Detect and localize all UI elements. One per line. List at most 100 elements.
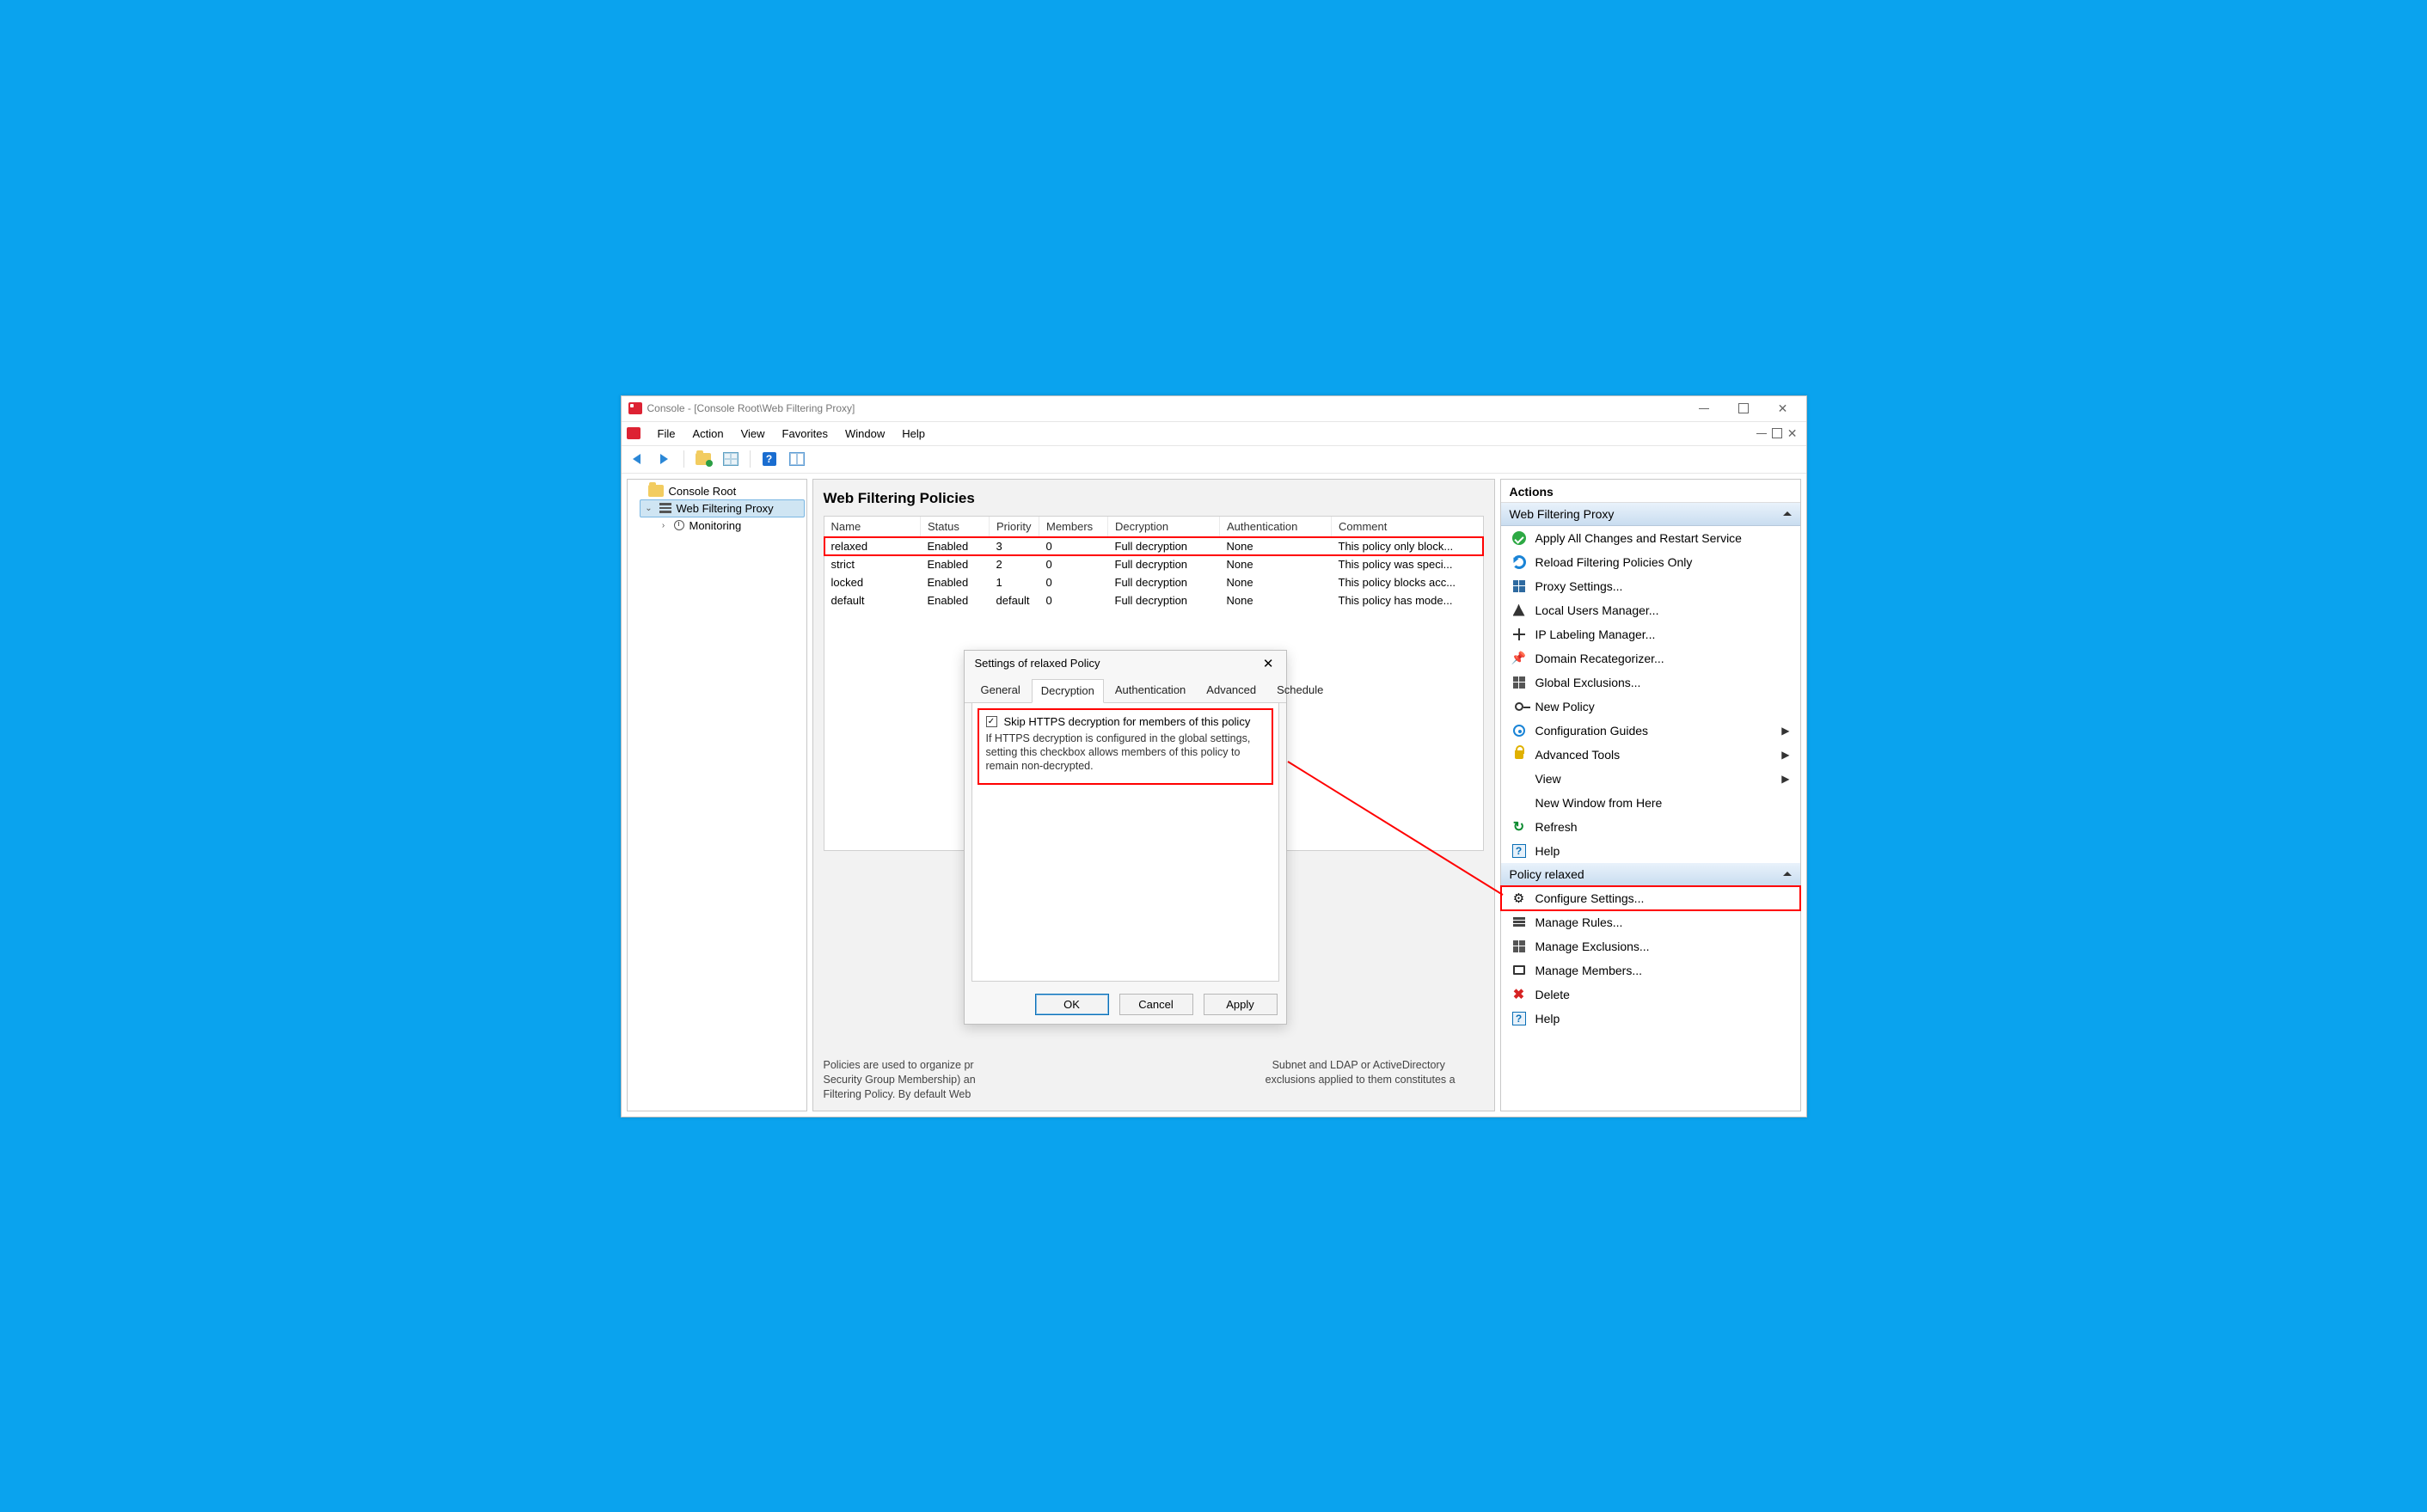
maximize-button[interactable] (1724, 396, 1763, 420)
col-comment[interactable]: Comment (1332, 517, 1483, 537)
table-row[interactable]: lockedEnabled10Full decryptionNoneThis p… (824, 573, 1483, 591)
ai-grid-icon (1511, 578, 1527, 594)
cell-members: 0 (1039, 591, 1108, 609)
action-domainrecat[interactable]: 📌 Domain Recategorizer... (1501, 646, 1800, 670)
ai-star-icon: 📌 (1511, 651, 1527, 666)
menu-window[interactable]: Window (837, 423, 893, 444)
ai-ex-icon (1511, 675, 1527, 690)
ai-reload-icon (1511, 554, 1527, 570)
action-help1[interactable]: ?Help (1501, 839, 1800, 863)
menu-view[interactable]: View (732, 423, 774, 444)
action-reload[interactable]: Reload Filtering Policies Only (1501, 550, 1800, 574)
back-button[interactable] (627, 449, 647, 469)
sheet-icon (723, 452, 739, 466)
close-button[interactable]: ✕ (1763, 396, 1803, 420)
app-small-icon (627, 427, 640, 439)
menu-action[interactable]: Action (683, 423, 732, 444)
action-mrules[interactable]: Manage Rules... (1501, 910, 1800, 934)
grid-header-row[interactable]: Name Status Priority Members Decryption … (824, 517, 1483, 537)
action-localusers[interactable]: Local Users Manager... (1501, 598, 1800, 622)
cell-status: Enabled (921, 591, 990, 609)
forward-button[interactable] (654, 449, 675, 469)
action-mexcl[interactable]: Manage Exclusions... (1501, 934, 1800, 958)
tab-general[interactable]: General (971, 678, 1030, 702)
action-label: Apply All Changes and Restart Service (1535, 531, 1742, 545)
show-hide-tree-button[interactable] (787, 449, 807, 469)
tab-decryption[interactable]: Decryption (1032, 679, 1104, 703)
col-status[interactable]: Status (921, 517, 990, 537)
table-row[interactable]: strictEnabled20Full decryptionNoneThis p… (824, 555, 1483, 573)
chevron-right-icon: › (659, 521, 669, 530)
window-title: Console - [Console Root\Web Filtering Pr… (647, 402, 855, 414)
action-configset[interactable]: ⚙Configure Settings... (1501, 886, 1800, 910)
action-delete[interactable]: ✖Delete (1501, 982, 1800, 1007)
action-refresh[interactable]: ↻Refresh (1501, 815, 1800, 839)
tab-authentication[interactable]: Authentication (1106, 678, 1195, 702)
tree-panel: Console Root ⌄ Web Filtering Proxy › Mon… (627, 479, 807, 1111)
dialog-close-button[interactable]: ✕ (1259, 656, 1278, 671)
apply-button[interactable]: Apply (1204, 994, 1278, 1015)
action-newpolicy[interactable]: New Policy (1501, 695, 1800, 719)
folder-icon (696, 453, 711, 465)
action-label: Proxy Settings... (1535, 579, 1623, 593)
action-label: Advanced Tools (1535, 748, 1621, 762)
ai-rules-icon (1511, 915, 1527, 930)
ok-button[interactable]: OK (1035, 994, 1109, 1015)
menu-help[interactable]: Help (893, 423, 934, 444)
action-help2[interactable]: ?Help (1501, 1007, 1800, 1031)
mdi-close-button[interactable]: ✕ (1787, 427, 1798, 439)
tab-schedule[interactable]: Schedule (1267, 678, 1333, 702)
menu-favorites[interactable]: Favorites (774, 423, 837, 444)
action-view[interactable]: View▶ (1501, 767, 1800, 791)
tab-advanced[interactable]: Advanced (1197, 678, 1266, 702)
col-priority[interactable]: Priority (990, 517, 1039, 537)
help-button[interactable]: ? (759, 449, 780, 469)
action-newwin[interactable]: New Window from Here (1501, 791, 1800, 815)
cell-members: 0 (1039, 537, 1108, 556)
minimize-button[interactable] (1684, 396, 1724, 420)
ai-mon-icon (1511, 963, 1527, 978)
ai-key-icon (1511, 699, 1527, 714)
ai-del-icon: ✖ (1511, 987, 1527, 1002)
folder-icon (648, 485, 664, 497)
ai-check-icon (1511, 530, 1527, 546)
cell-members: 0 (1039, 573, 1108, 591)
action-mmembers[interactable]: Manage Members... (1501, 958, 1800, 982)
col-auth[interactable]: Authentication (1220, 517, 1332, 537)
action-iplabel[interactable]: IP Labeling Manager... (1501, 622, 1800, 646)
table-row[interactable]: relaxedEnabled30Full decryptionNoneThis … (824, 537, 1483, 556)
ai-refresh-icon: ↻ (1511, 819, 1527, 835)
properties-button[interactable] (720, 449, 741, 469)
action-label: Manage Members... (1535, 964, 1643, 977)
col-decrypt[interactable]: Decryption (1108, 517, 1220, 537)
clock-icon (674, 520, 684, 530)
action-label: Global Exclusions... (1535, 676, 1641, 689)
titlebar: Console - [Console Root\Web Filtering Pr… (622, 396, 1806, 422)
tree-node-monitoring[interactable]: › Monitoring (655, 517, 805, 534)
cell-decryption: Full decryption (1108, 573, 1220, 591)
actions-section-policy[interactable]: Policy relaxed (1501, 863, 1800, 886)
action-label: Manage Exclusions... (1535, 940, 1650, 953)
menu-file[interactable]: File (649, 423, 684, 444)
col-name[interactable]: Name (824, 517, 921, 537)
cell-decryption: Full decryption (1108, 537, 1220, 556)
actions-section-proxy[interactable]: Web Filtering Proxy (1501, 503, 1800, 526)
action-advtools[interactable]: Advanced Tools▶ (1501, 743, 1800, 767)
up-folder-button[interactable] (693, 449, 714, 469)
mdi-minimize-button[interactable] (1756, 433, 1767, 434)
table-row[interactable]: defaultEnableddefault0Full decryptionNon… (824, 591, 1483, 609)
action-apply[interactable]: Apply All Changes and Restart Service (1501, 526, 1800, 550)
app-icon (628, 402, 642, 414)
tree-node-console-root[interactable]: Console Root (629, 483, 805, 499)
cancel-button[interactable]: Cancel (1119, 994, 1193, 1015)
ai-gear-icon: ⚙ (1511, 891, 1527, 906)
mdi-restore-button[interactable] (1772, 428, 1782, 438)
col-members[interactable]: Members (1039, 517, 1108, 537)
action-proxysettings[interactable]: Proxy Settings... (1501, 574, 1800, 598)
cell-decryption: Full decryption (1108, 555, 1220, 573)
tree-node-web-filtering-proxy[interactable]: ⌄ Web Filtering Proxy (640, 499, 805, 517)
skip-https-checkbox[interactable]: ✓ (986, 716, 997, 727)
action-globalexcl[interactable]: Global Exclusions... (1501, 670, 1800, 695)
action-confguides[interactable]: Configuration Guides▶ (1501, 719, 1800, 743)
action-label: Domain Recategorizer... (1535, 652, 1664, 665)
